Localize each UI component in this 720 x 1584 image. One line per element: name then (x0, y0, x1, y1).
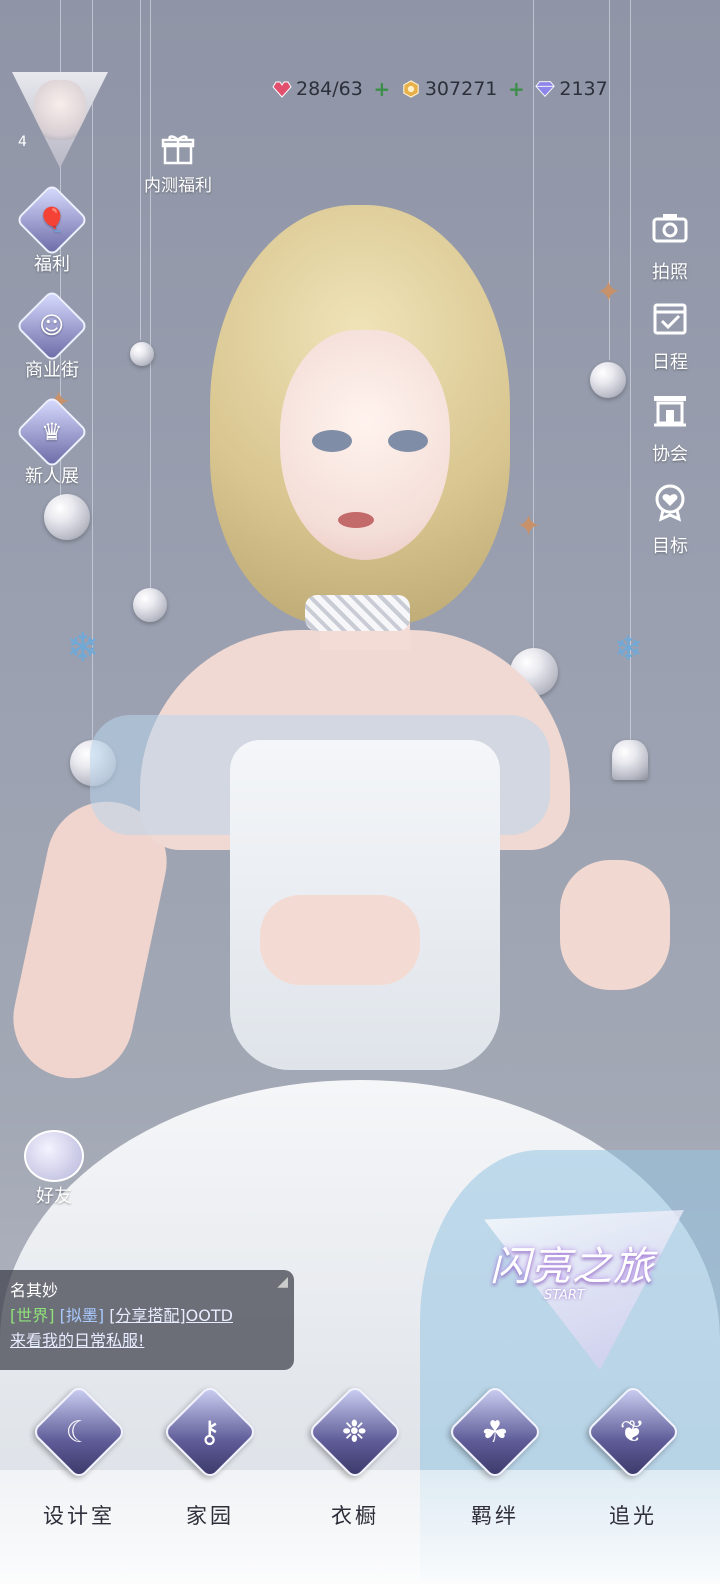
shopping-street-button[interactable]: ☺ 商业街 (12, 289, 92, 382)
diamond-icon (535, 81, 556, 97)
journey-subtitle: START (544, 1288, 585, 1303)
diamond-counter: 2137 (535, 78, 608, 100)
add-gold-button[interactable]: + (507, 79, 525, 99)
friends-button[interactable]: 好友 (18, 1130, 90, 1208)
nav-chase-light[interactable]: ❦ 追光 (578, 1383, 688, 1530)
moon-star-icon: ☾ (65, 1414, 93, 1450)
gold-value: 307271 (424, 78, 498, 100)
gold-counter: 307271 (401, 78, 498, 100)
chat-panel[interactable]: ◢ 名其妙 [世界] [拟墨] [分享搭配]OOTD 来看我的日常私服! (0, 1270, 294, 1370)
schedule-button[interactable]: 日程 (630, 290, 710, 374)
nav-wardrobe-label: 衣橱 (331, 1504, 379, 1528)
stamina-value: 284/63 (296, 78, 363, 100)
chat-bubbles-icon (24, 1130, 84, 1182)
newcomer-exhibit-button[interactable]: ♛ 新人展 (12, 395, 92, 488)
camera-icon (652, 214, 688, 243)
beta-gift-button[interactable]: 内测福利 (132, 132, 224, 196)
avatar-portrait (34, 80, 86, 140)
guild-hall-icon (654, 396, 686, 427)
chat-sender: 名其妙 (10, 1281, 59, 1300)
beta-gift-label: 内测福利 (144, 176, 212, 196)
expand-chat-icon[interactable]: ◢ (277, 1274, 288, 1290)
gold-coin-icon (403, 80, 419, 98)
heart-gem-icon (272, 81, 292, 98)
heart-medal-icon (655, 484, 685, 522)
chat-player[interactable]: [拟墨] (60, 1306, 105, 1325)
clover-icon: ☘ (481, 1414, 509, 1450)
nav-design-studio[interactable]: ☾ 设计室 (24, 1383, 134, 1530)
add-stamina-button[interactable]: + (373, 79, 391, 99)
nav-wardrobe[interactable]: ❉ 衣橱 (300, 1383, 410, 1530)
journey-title: 闪亮之旅 (490, 1244, 654, 1290)
calendar-check-icon (653, 303, 687, 335)
currency-bar: 284/63 + 307271 + 2137 (272, 78, 608, 100)
guild-button[interactable]: 协会 (630, 382, 710, 466)
diamond-value: 2137 (559, 78, 608, 100)
photo-label: 拍照 (652, 262, 688, 283)
schedule-label: 日程 (652, 352, 688, 373)
player-avatar[interactable]: 4 (12, 72, 108, 172)
nav-chase-light-label: 追光 (609, 1504, 657, 1528)
nav-design-studio-label: 设计室 (43, 1504, 115, 1528)
stamina-counter: 284/63 (272, 78, 363, 100)
butterfly-icon: ❦ (620, 1414, 646, 1450)
welfare-button[interactable]: 🎈 福利 (12, 183, 92, 276)
chat-outfit-link[interactable]: [分享搭配]OOTD (109, 1306, 233, 1325)
nav-home-label: 家园 (186, 1504, 234, 1528)
shining-journey-button[interactable]: 闪亮之旅 START (484, 1210, 684, 1370)
crystal-flower-icon: ❉ (342, 1414, 368, 1450)
crown-icon: ♛ (41, 417, 63, 446)
goals-label: 目标 (652, 536, 688, 557)
nav-home[interactable]: ⚷ 家园 (155, 1383, 265, 1530)
key-icon: ⚷ (199, 1414, 221, 1450)
chat-channel: [世界] (10, 1306, 55, 1325)
balloon-icon: 🎈 (37, 205, 67, 234)
goals-button[interactable]: 目标 (630, 474, 710, 558)
photo-button[interactable]: 拍照 (630, 200, 710, 284)
nav-bonds[interactable]: ☘ 羁绊 (440, 1383, 550, 1530)
nav-bonds-label: 羁绊 (471, 1504, 519, 1528)
guild-label: 协会 (652, 444, 688, 465)
gift-icon (161, 135, 195, 165)
friends-label: 好友 (36, 1186, 72, 1207)
player-level: 4 (18, 134, 27, 150)
chat-message: 来看我的日常私服! (10, 1331, 145, 1350)
shopping-bag-icon: ☺ (39, 312, 65, 340)
